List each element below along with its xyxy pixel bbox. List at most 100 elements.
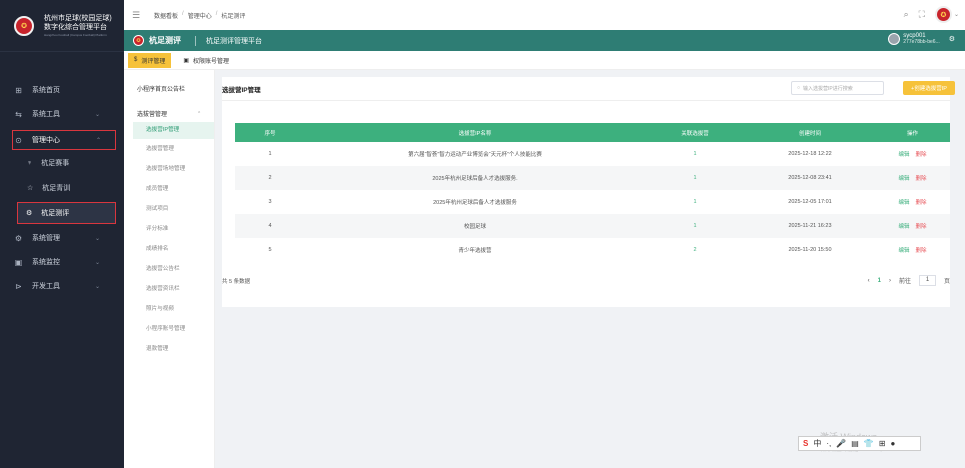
nav-announcement[interactable]: 小程序首页公告栏 [124, 70, 214, 105]
keyboard-icon[interactable]: ▤ [851, 439, 859, 448]
nav-item-media[interactable]: 照片与视频 [124, 302, 214, 322]
nav-item-test-items[interactable]: 测试项目 [124, 202, 214, 222]
nav-item-camp[interactable]: 选拔营管理 [124, 142, 214, 162]
assessment-icon: ⚙ [26, 210, 33, 217]
sidebar-item-training[interactable]: ☆ 杭足青训 [0, 177, 124, 199]
chevron-down-icon[interactable]: ⌄ [954, 11, 959, 18]
column-header: 关联选拔营 [645, 123, 745, 142]
table-row: 2 2025年杭州足球后备人才选拔服务. 1 2025-12-08 23:41 … [235, 166, 950, 190]
dev-icon: ⊳ [15, 281, 22, 291]
app-bar: ✪ 杭足测评 杭足测评管理平台 sycp001 277e78bb-be6... … [124, 30, 965, 51]
logo-title-line1: 杭州市足球(校园足球) [44, 14, 112, 22]
linked-camp-count[interactable]: 1 [645, 214, 745, 238]
skin-icon[interactable]: 👕 [864, 439, 874, 448]
edit-button[interactable]: 编辑 [898, 150, 909, 158]
trophy-icon: ♆ [27, 159, 33, 167]
linked-camp-count[interactable]: 1 [645, 190, 745, 214]
ime-mascot-icon[interactable]: ● [890, 439, 895, 448]
column-header: 操作 [875, 123, 950, 142]
ime-punct[interactable]: ·, [826, 439, 831, 448]
user-avatar [888, 33, 901, 45]
nav-item-camp-notice[interactable]: 选拔营公告栏 [124, 262, 214, 282]
microphone-icon[interactable]: 🎤 [836, 439, 846, 448]
app-title: 杭足测评管理平台 [206, 37, 262, 45]
settings-icon: ⚙ [14, 233, 23, 243]
edit-button[interactable]: 编辑 [898, 174, 909, 182]
search-icon: ○ [797, 85, 801, 91]
account-icon: ▣ [183, 57, 190, 64]
breadcrumb: 数据看板 / 管理中心 / 杭足测评 [154, 10, 246, 20]
app-logo: ✪ 杭州市足球(校园足球) 数字化综合管理平台 Hangzhou Footbal… [0, 0, 124, 52]
camp-ip-table: 序号 选拔营IP名称 关联选拔营 创建时间 操作 1 第六届“智荟”智力运动产业… [235, 123, 950, 262]
nav-item-miniapp-accounts[interactable]: 小程序账号管理 [124, 322, 214, 342]
sidebar-item-management[interactable]: ⊙ 管理中心 ⌃ [12, 130, 116, 150]
nav-item-camp-ip[interactable]: 选拔营IP管理 [133, 122, 214, 139]
page-number[interactable]: 1 [878, 278, 881, 284]
nav-item-members[interactable]: 成员管理 [124, 182, 214, 202]
sidebar-item-home[interactable]: ⊞ 系统首页 [0, 79, 124, 101]
sidebar-item-monitor[interactable]: ▣ 系统监控 ⌄ [0, 251, 124, 273]
page-unit-label: 页 [943, 279, 950, 285]
sidebar-item-events[interactable]: ♆ 杭足赛事 [0, 152, 124, 174]
table-row: 5 青少年选拔营 2 2025-11-20 15:50 编辑 删除 [235, 238, 950, 262]
top-header: ☰ 数据看板 / 管理中心 / 杭足测评 ⌕ ⛶ ✪ ⌄ [124, 0, 965, 30]
linked-camp-count[interactable]: 1 [645, 142, 745, 166]
goto-label: 前往 [898, 279, 911, 285]
tab-permission-accounts[interactable]: ▣ 权限账号管理 [177, 53, 235, 68]
delete-button[interactable]: 删除 [916, 222, 927, 230]
tab-assessment-management[interactable]: $ 测评管理 [128, 52, 172, 68]
pagination: ‹ 1 › 前往 1 页 [868, 275, 950, 286]
prev-page-icon[interactable]: ‹ [868, 278, 870, 284]
logo-subtitle: Hangzhou Football (Campus Football) Plat… [44, 32, 107, 37]
edit-button[interactable]: 编辑 [898, 198, 909, 206]
app-user-menu[interactable]: sycp001 277e78bb-be6... ⚙ [888, 33, 955, 45]
monitor-icon: ▣ [14, 257, 23, 267]
sidebar-item-system[interactable]: ⚙ 系统管理 ⌄ [0, 227, 124, 249]
nav-item-refunds[interactable]: 退款管理 [124, 342, 214, 362]
avatar[interactable]: ✪ [934, 6, 952, 23]
dollar-icon: $ [134, 57, 138, 63]
chevron-down-icon: ⌄ [95, 111, 101, 118]
emblem-icon: ✪ [14, 15, 34, 36]
delete-button[interactable]: 删除 [916, 246, 927, 254]
app-emblem-icon: ✪ [133, 35, 144, 46]
search-icon[interactable]: ⌕ [904, 9, 909, 20]
settings-icon[interactable]: ⚙ [949, 35, 955, 43]
linked-camp-count[interactable]: 1 [645, 166, 745, 190]
breadcrumb-item[interactable]: 数据看板 [154, 11, 178, 20]
delete-button[interactable]: 删除 [916, 150, 927, 158]
goto-page-input[interactable]: 1 [918, 275, 936, 286]
sidebar-item-tools[interactable]: ⇆ 系统工具 ⌄ [0, 103, 124, 125]
menu-toggle-icon[interactable]: ☰ [132, 10, 144, 21]
edit-button[interactable]: 编辑 [898, 246, 909, 254]
chevron-up-icon: ⌃ [96, 137, 102, 144]
nav-item-ranking[interactable]: 成绩排名 [124, 242, 214, 262]
page-title: 选拔营IP管理 [222, 86, 261, 94]
total-count: 共 5 条数据 [222, 279, 251, 285]
app-name: 杭足测评 [149, 36, 181, 45]
toolbox-icon[interactable]: ⊞ [879, 439, 886, 448]
main-sidebar: ✪ 杭州市足球(校园足球) 数字化综合管理平台 Hangzhou Footbal… [0, 0, 124, 468]
grid-icon: ⊞ [15, 85, 22, 95]
search-input[interactable]: ○ 输入选拔营IP进行搜索 [791, 81, 884, 95]
module-tabs: $ 测评管理 ▣ 权限账号管理 [124, 51, 965, 70]
delete-button[interactable]: 删除 [916, 174, 927, 182]
create-camp-ip-button[interactable]: +创建选拔营IP [903, 81, 955, 95]
linked-camp-count[interactable]: 2 [645, 238, 745, 262]
main-panel: 选拔营IP管理 ○ 输入选拔营IP进行搜索 +创建选拔营IP 序号 选拔营IP名… [222, 77, 955, 307]
ime-toolbar[interactable]: S 中 ·, 🎤 ▤ 👕 ⊞ ● [798, 436, 921, 451]
nav-item-scoring[interactable]: 评分标准 [124, 222, 214, 242]
sidebar-item-devtools[interactable]: ⊳ 开发工具 ⌄ [0, 275, 124, 297]
next-page-icon[interactable]: › [889, 278, 891, 284]
secondary-nav: 小程序首页公告栏 选拔营管理 ⌃ 选拔营IP管理 选拔营管理 选拔营场地管理 成… [124, 70, 215, 468]
sidebar-item-assessment[interactable]: ⚙ 杭足测评 [17, 202, 116, 224]
chevron-down-icon: ⌄ [95, 283, 101, 290]
edit-button[interactable]: 编辑 [898, 222, 909, 230]
nav-group-camp[interactable]: 选拔营管理 ⌃ [124, 105, 214, 122]
breadcrumb-item[interactable]: 管理中心 [188, 11, 212, 20]
ime-mode[interactable]: 中 [813, 438, 821, 449]
nav-item-venue[interactable]: 选拔营场地管理 [124, 162, 214, 182]
fullscreen-icon[interactable]: ⛶ [919, 9, 925, 20]
nav-item-camp-news[interactable]: 选拔营资讯栏 [124, 282, 214, 302]
delete-button[interactable]: 删除 [916, 198, 927, 206]
